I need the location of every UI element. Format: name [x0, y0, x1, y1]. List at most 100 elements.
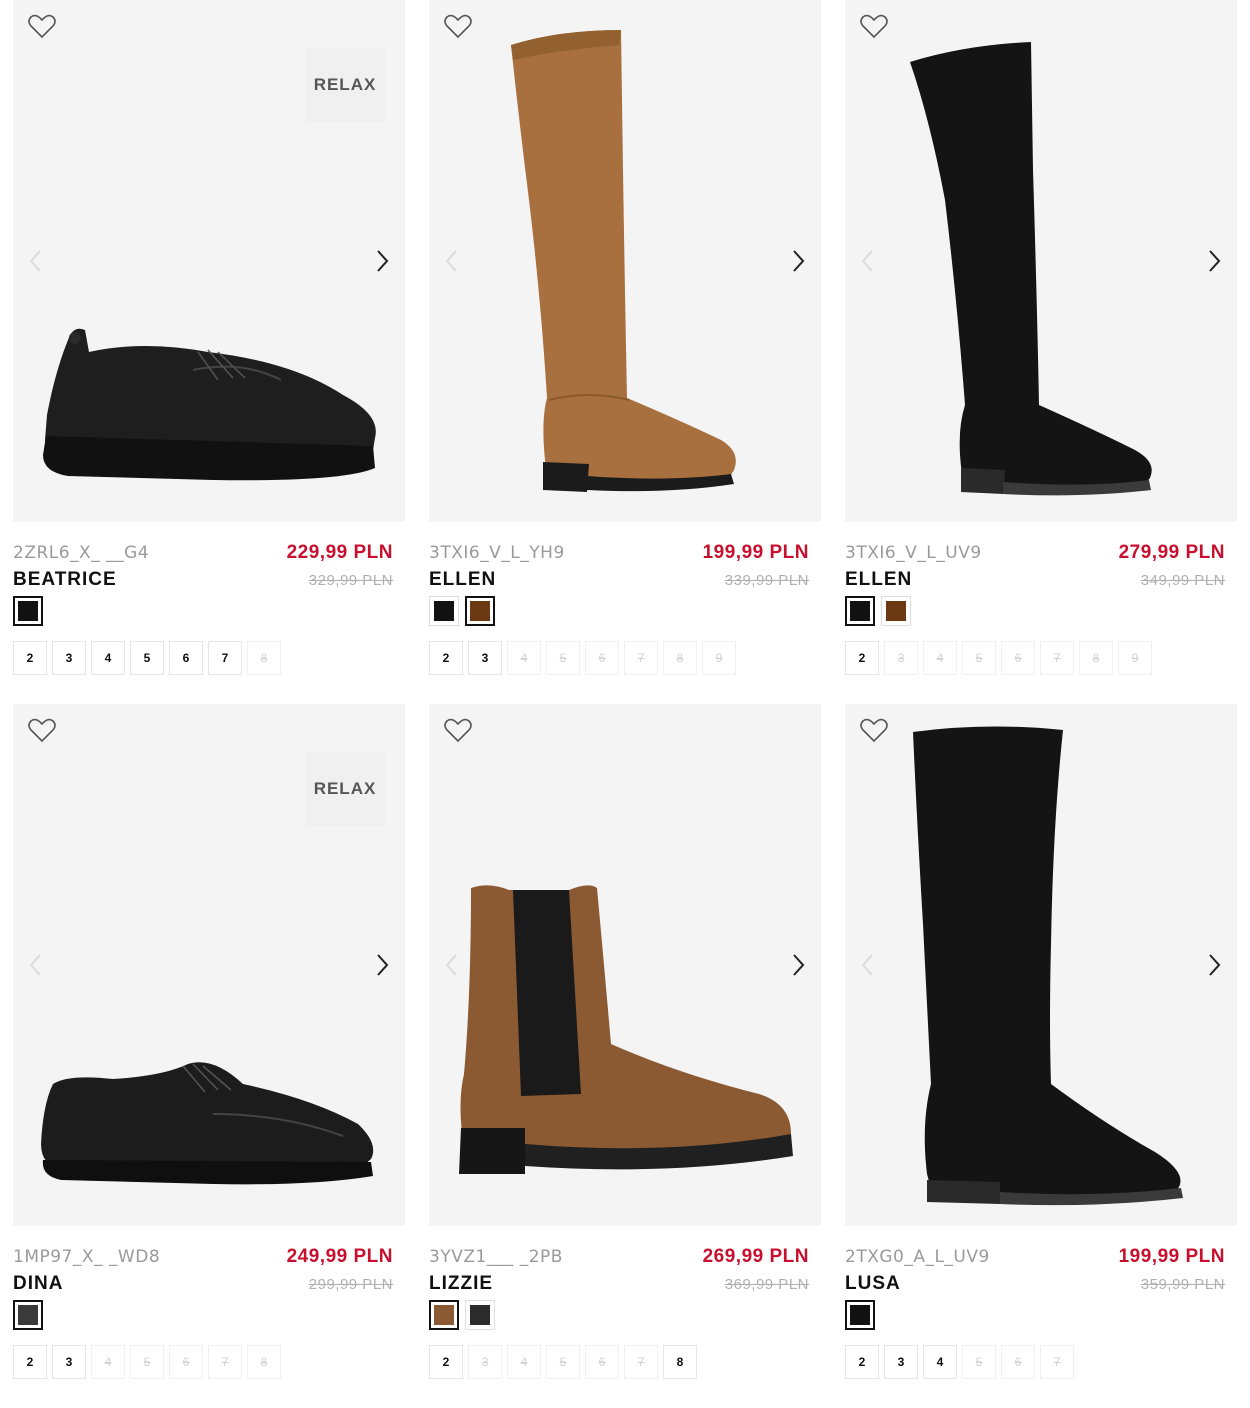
size-option[interactable]: 3: [52, 641, 86, 675]
original-price: 359,99 PLN: [1140, 1276, 1225, 1293]
size-option[interactable]: 2: [429, 1345, 463, 1379]
chevron-right-icon[interactable]: [787, 951, 809, 979]
product-card[interactable]: RELAX 2ZRL6_X_ __G4 229,99 PLN BEATRICE …: [13, 0, 405, 690]
product-name[interactable]: ELLEN: [429, 569, 496, 591]
product-card[interactable]: 3TXI6_V_L_UV9 279,99 PLN ELLEN 349,99 PL…: [845, 0, 1237, 690]
chevron-right-icon[interactable]: [1203, 247, 1225, 275]
size-option[interactable]: 2: [13, 1345, 47, 1379]
chevron-left-icon[interactable]: [857, 247, 879, 275]
size-option[interactable]: 6: [169, 641, 203, 675]
color-swatch[interactable]: [845, 596, 875, 626]
product-meta: 2TXG0_A_L_UV9 199,99 PLN LUSA 359,99 PLN: [845, 1244, 1237, 1304]
size-option[interactable]: 7: [208, 641, 242, 675]
size-option[interactable]: 8: [663, 1345, 697, 1379]
product-image-box[interactable]: [429, 0, 821, 522]
product-grid: RELAX 2ZRL6_X_ __G4 229,99 PLN BEATRICE …: [0, 0, 1250, 1408]
sale-price: 229,99 PLN: [286, 542, 393, 563]
product-name[interactable]: BEATRICE: [13, 569, 117, 591]
product-code: 3YVZ1___ _2PB: [429, 1247, 563, 1267]
chevron-right-icon[interactable]: [371, 247, 393, 275]
original-price: 339,99 PLN: [724, 572, 809, 589]
size-option[interactable]: 2: [429, 641, 463, 675]
wishlist-heart-icon[interactable]: [27, 716, 57, 744]
chevron-left-icon[interactable]: [441, 247, 463, 275]
wishlist-heart-icon[interactable]: [859, 12, 889, 40]
size-option[interactable]: 2: [13, 641, 47, 675]
size-option-unavailable: 5: [962, 1345, 996, 1379]
size-option[interactable]: 5: [130, 641, 164, 675]
product-card[interactable]: RELAX 1MP97_X_ _WD8 249,99 PLN DINA 299,…: [13, 704, 405, 1394]
product-code: 2TXG0_A_L_UV9: [845, 1247, 990, 1267]
chevron-left-icon[interactable]: [25, 951, 47, 979]
wishlist-heart-icon[interactable]: [27, 12, 57, 40]
product-code: 2ZRL6_X_ __G4: [13, 543, 150, 563]
product-code: 3TXI6_V_L_UV9: [845, 543, 982, 563]
size-option-unavailable: 4: [507, 1345, 541, 1379]
size-option-unavailable: 4: [507, 641, 541, 675]
product-image-box[interactable]: [845, 704, 1237, 1226]
product-image-box[interactable]: [845, 0, 1237, 522]
chevron-right-icon[interactable]: [1203, 951, 1225, 979]
color-swatches: [13, 1300, 43, 1330]
color-swatch[interactable]: [13, 1300, 43, 1330]
product-image-box[interactable]: RELAX: [13, 704, 405, 1226]
brown-chelsea-boot-image: [459, 885, 793, 1174]
size-option-unavailable: 3: [884, 641, 918, 675]
relax-badge: RELAX: [305, 752, 385, 826]
size-option-unavailable: 9: [1118, 641, 1152, 675]
size-option-unavailable: 3: [468, 1345, 502, 1379]
product-image-box[interactable]: [429, 704, 821, 1226]
size-option-unavailable: 7: [1040, 641, 1074, 675]
color-swatch[interactable]: [13, 596, 43, 626]
chevron-right-icon[interactable]: [371, 951, 393, 979]
size-option[interactable]: 3: [884, 1345, 918, 1379]
chevron-left-icon[interactable]: [25, 247, 47, 275]
product-name[interactable]: LIZZIE: [429, 1273, 493, 1295]
color-swatch[interactable]: [881, 596, 911, 626]
size-option[interactable]: 4: [923, 1345, 957, 1379]
size-option[interactable]: 2: [845, 1345, 879, 1379]
size-list: 2 3 4 5 6 7 8: [429, 1345, 697, 1379]
wishlist-heart-icon[interactable]: [443, 716, 473, 744]
color-swatches: [13, 596, 43, 626]
size-option-unavailable: 5: [546, 1345, 580, 1379]
product-meta: 1MP97_X_ _WD8 249,99 PLN DINA 299,99 PLN: [13, 1244, 405, 1304]
size-list: 2 3 4 5 6 7 8 9: [429, 641, 736, 675]
size-option-unavailable: 5: [546, 641, 580, 675]
chevron-left-icon[interactable]: [441, 951, 463, 979]
product-card[interactable]: 3TXI6_V_L_YH9 199,99 PLN ELLEN 339,99 PL…: [429, 0, 821, 690]
product-name[interactable]: DINA: [13, 1273, 63, 1295]
color-swatch[interactable]: [429, 596, 459, 626]
size-option-unavailable: 6: [1001, 641, 1035, 675]
sale-price: 269,99 PLN: [702, 1246, 809, 1267]
size-option[interactable]: 3: [52, 1345, 86, 1379]
size-list: 2 3 4 5 6 7: [845, 1345, 1074, 1379]
size-option-unavailable: 8: [247, 1345, 281, 1379]
sale-price: 279,99 PLN: [1118, 542, 1225, 563]
size-option[interactable]: 3: [468, 641, 502, 675]
size-option-unavailable: 9: [702, 641, 736, 675]
product-card[interactable]: 2TXG0_A_L_UV9 199,99 PLN LUSA 359,99 PLN…: [845, 704, 1237, 1394]
product-name[interactable]: ELLEN: [845, 569, 912, 591]
color-swatch[interactable]: [465, 596, 495, 626]
product-meta: 3YVZ1___ _2PB 269,99 PLN LIZZIE 369,99 P…: [429, 1244, 821, 1304]
size-option[interactable]: 2: [845, 641, 879, 675]
chevron-left-icon[interactable]: [857, 951, 879, 979]
wishlist-heart-icon[interactable]: [443, 12, 473, 40]
product-meta: 2ZRL6_X_ __G4 229,99 PLN BEATRICE 329,99…: [13, 540, 405, 600]
black-knee-high-boot-image: [913, 726, 1183, 1206]
size-option-unavailable: 7: [624, 1345, 658, 1379]
color-swatch[interactable]: [465, 1300, 495, 1330]
wishlist-heart-icon[interactable]: [859, 716, 889, 744]
size-option[interactable]: 4: [91, 641, 125, 675]
original-price: 369,99 PLN: [724, 1276, 809, 1293]
original-price: 299,99 PLN: [308, 1276, 393, 1293]
color-swatches: [845, 596, 911, 626]
product-image-box[interactable]: RELAX: [13, 0, 405, 522]
color-swatch[interactable]: [845, 1300, 875, 1330]
product-name[interactable]: LUSA: [845, 1273, 901, 1295]
color-swatch[interactable]: [429, 1300, 459, 1330]
chevron-right-icon[interactable]: [787, 247, 809, 275]
color-swatches: [845, 1300, 875, 1330]
product-card[interactable]: 3YVZ1___ _2PB 269,99 PLN LIZZIE 369,99 P…: [429, 704, 821, 1394]
